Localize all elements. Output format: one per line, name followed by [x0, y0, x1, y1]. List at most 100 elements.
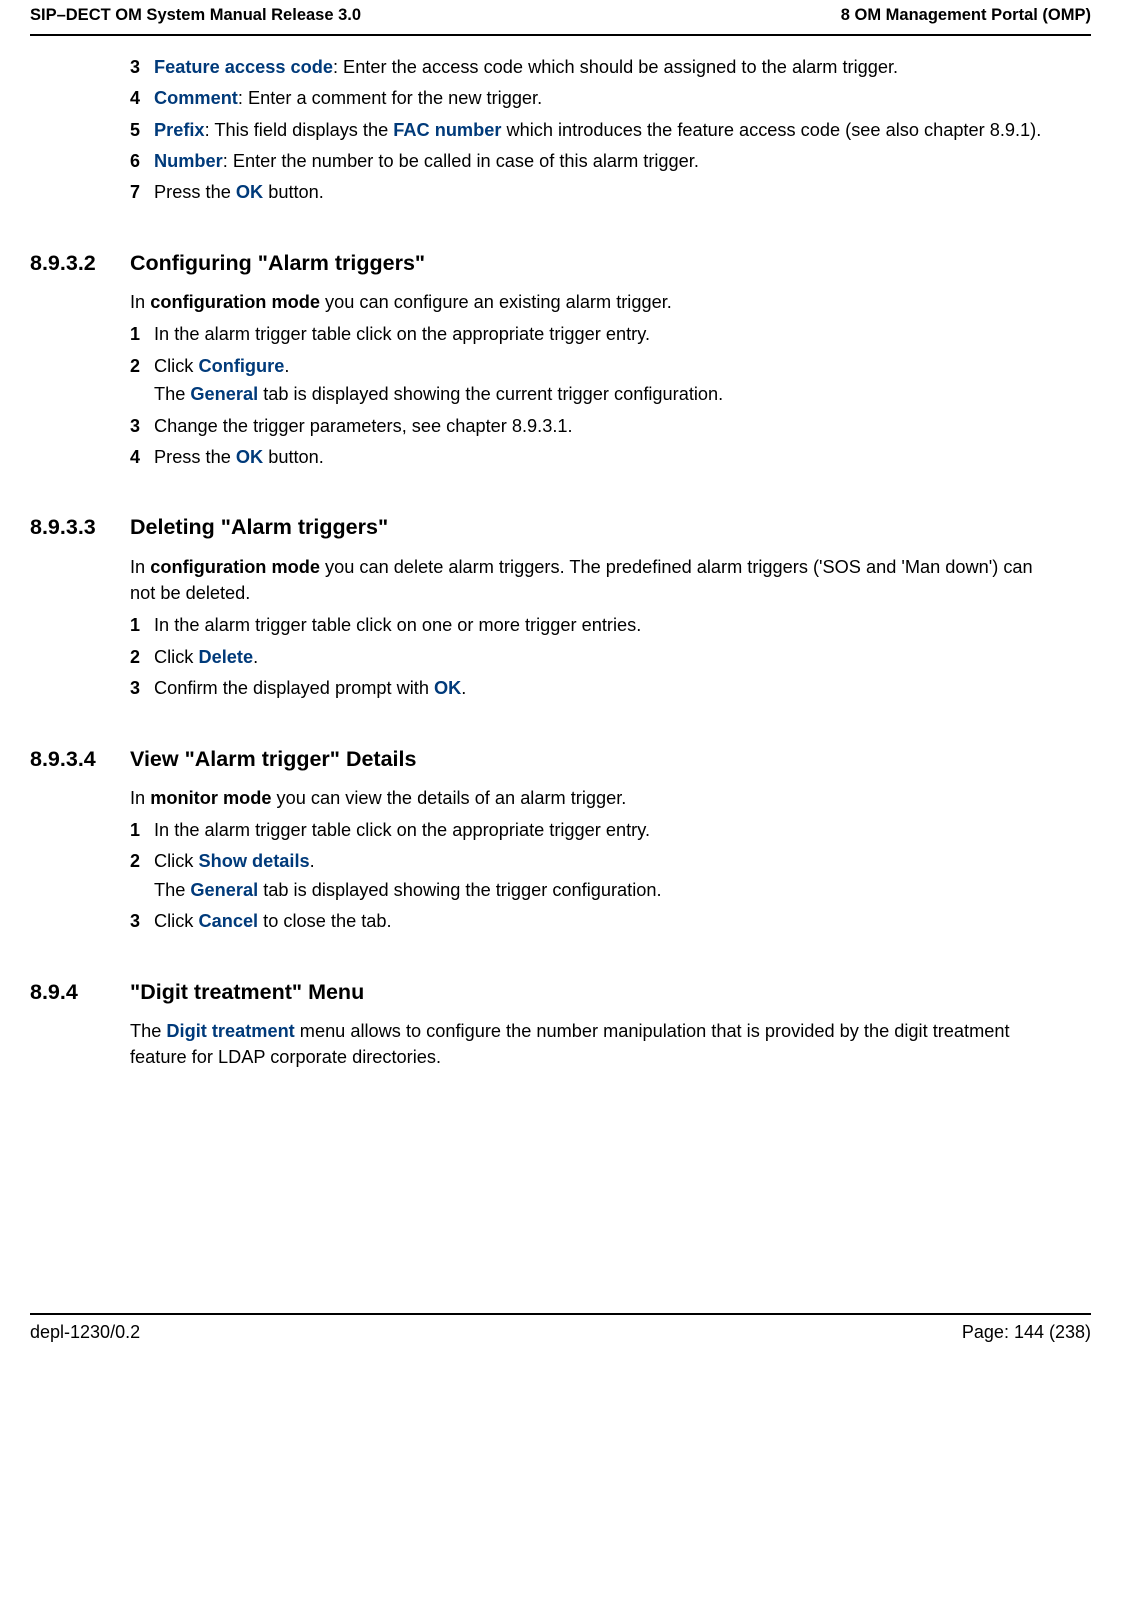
text: In [130, 292, 150, 312]
text: . [253, 647, 258, 667]
list-body: Click Cancel to close the tab. [154, 908, 1061, 934]
text: you can view the details of an alarm tri… [271, 788, 626, 808]
section-intro: In configuration mode you can delete ala… [130, 554, 1061, 607]
term-feature-access-code: Feature access code [154, 57, 333, 77]
list-item: 5 Prefix: This field displays the FAC nu… [130, 117, 1061, 143]
section-title: Deleting "Alarm triggers" [130, 512, 1061, 543]
section-heading: 8.9.3.2 Configuring "Alarm triggers" [30, 248, 1061, 279]
section-title: View "Alarm trigger" Details [130, 744, 1061, 775]
list-number: 2 [130, 848, 154, 903]
list-item: 1 In the alarm trigger table click on th… [130, 321, 1061, 347]
text: In [130, 557, 150, 577]
list-number: 3 [130, 413, 154, 439]
term-number: Number [154, 151, 223, 171]
footer-rule [30, 1313, 1091, 1315]
section-number: 8.9.3.3 [30, 512, 130, 543]
list-number: 1 [130, 817, 154, 843]
text: Confirm the displayed prompt with [154, 678, 434, 698]
list-item: 7 Press the OK button. [130, 179, 1061, 205]
list-number: 3 [130, 675, 154, 701]
list-body: In the alarm trigger table click on the … [154, 817, 1061, 843]
text: button. [263, 182, 324, 202]
list-number: 2 [130, 644, 154, 670]
section-intro: The Digit treatment menu allows to confi… [130, 1018, 1061, 1071]
term-monitor-mode: monitor mode [150, 788, 271, 808]
section-intro: In configuration mode you can configure … [130, 289, 1061, 315]
text: button. [263, 447, 324, 467]
text: tab is displayed showing the trigger con… [258, 880, 661, 900]
list-item: 1 In the alarm trigger table click on on… [130, 612, 1061, 638]
list-item: 3 Feature access code: Enter the access … [130, 54, 1061, 80]
list-number: 3 [130, 908, 154, 934]
list-body: Click Delete. [154, 644, 1061, 670]
list-body: Prefix: This field displays the FAC numb… [154, 117, 1061, 143]
list-body: Comment: Enter a comment for the new tri… [154, 85, 1061, 111]
text: : Enter a comment for the new trigger. [238, 88, 542, 108]
text: Click [154, 851, 198, 871]
list-body: Confirm the displayed prompt with OK. [154, 675, 1061, 701]
term-fac-number: FAC number [393, 120, 501, 140]
list-body: Change the trigger parameters, see chapt… [154, 413, 1061, 439]
term-comment: Comment [154, 88, 238, 108]
header-right: 8 OM Management Portal (OMP) [841, 4, 1091, 28]
list-number: 4 [130, 85, 154, 111]
list-item: 3 Click Cancel to close the tab. [130, 908, 1061, 934]
footer-left: depl-1230/0.2 [30, 1319, 140, 1345]
list-item: 3 Change the trigger parameters, see cha… [130, 413, 1061, 439]
text: The [154, 384, 190, 404]
list-body: Click Show details. The General tab is d… [154, 848, 1061, 903]
text: which introduces the feature access code… [501, 120, 1041, 140]
list-body: In the alarm trigger table click on the … [154, 321, 1061, 347]
list-item: 1 In the alarm trigger table click on th… [130, 817, 1061, 843]
list-number: 4 [130, 444, 154, 470]
list-body: Click Configure. The General tab is disp… [154, 353, 1061, 408]
list-item: 2 Click Delete. [130, 644, 1061, 670]
header-rule [30, 34, 1091, 36]
text: . [310, 851, 315, 871]
text: tab is displayed showing the current tri… [258, 384, 723, 404]
text: Press the [154, 447, 236, 467]
text: . [284, 356, 289, 376]
text: : Enter the access code which should be … [333, 57, 898, 77]
section-title: "Digit treatment" Menu [130, 977, 1061, 1008]
text: to close the tab. [258, 911, 391, 931]
text: Click [154, 911, 198, 931]
text: The [130, 1021, 166, 1041]
text: Click [154, 647, 198, 667]
list-number: 1 [130, 612, 154, 638]
term-ok: OK [236, 447, 263, 467]
term-ok: OK [434, 678, 461, 698]
text: : This field displays the [205, 120, 394, 140]
sub-text: The General tab is displayed showing the… [154, 877, 1061, 903]
term-config-mode: configuration mode [150, 557, 320, 577]
section-number: 8.9.4 [30, 977, 130, 1008]
section-heading: 8.9.3.4 View "Alarm trigger" Details [30, 744, 1061, 775]
section-number: 8.9.3.2 [30, 248, 130, 279]
text: Press the [154, 182, 236, 202]
footer-right: Page: 144 (238) [962, 1319, 1091, 1345]
text: In [130, 788, 150, 808]
list-body: Feature access code: Enter the access co… [154, 54, 1061, 80]
list-body: Press the OK button. [154, 444, 1061, 470]
term-show-details: Show details [198, 851, 309, 871]
list-item: 2 Click Configure. The General tab is di… [130, 353, 1061, 408]
list-number: 3 [130, 54, 154, 80]
list-item: 4 Comment: Enter a comment for the new t… [130, 85, 1061, 111]
list-item: 3 Confirm the displayed prompt with OK. [130, 675, 1061, 701]
header-left: SIP–DECT OM System Manual Release 3.0 [30, 4, 361, 28]
term-ok: OK [236, 182, 263, 202]
term-config-mode: configuration mode [150, 292, 320, 312]
section-heading: 8.9.4 "Digit treatment" Menu [30, 977, 1061, 1008]
body-content: 3 Feature access code: Enter the access … [30, 54, 1091, 1277]
list-body: Press the OK button. [154, 179, 1061, 205]
term-cancel: Cancel [198, 911, 258, 931]
text: : Enter the number to be called in case … [223, 151, 699, 171]
text: . [461, 678, 466, 698]
list-item: 2 Click Show details. The General tab is… [130, 848, 1061, 903]
list-body: Number: Enter the number to be called in… [154, 148, 1061, 174]
list-body: In the alarm trigger table click on one … [154, 612, 1061, 638]
term-configure: Configure [198, 356, 284, 376]
list-number: 1 [130, 321, 154, 347]
term-delete: Delete [198, 647, 253, 667]
list-number: 2 [130, 353, 154, 408]
